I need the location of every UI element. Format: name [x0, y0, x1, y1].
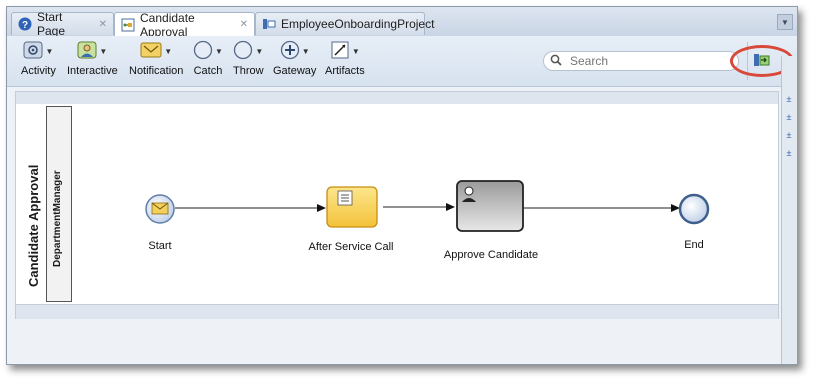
tab-label: Start Page	[37, 10, 66, 38]
close-icon[interactable]: ✕	[240, 19, 248, 30]
chevron-down-icon[interactable]: ▼	[164, 47, 172, 56]
gateway-button[interactable]: ▼ Gateway	[273, 40, 316, 77]
editor-tab-bar: ? Start Page ✕ Candidate Approval ✕ Empl…	[7, 7, 797, 39]
canvas-footer-strip	[16, 304, 778, 319]
start-event[interactable]	[145, 194, 175, 224]
tab-label: Candidate Approval	[140, 10, 195, 39]
tab-label: EmployeeOnboardingProject	[281, 17, 435, 31]
palette-search[interactable]	[543, 51, 739, 71]
activity-button[interactable]: ▼ Activity	[21, 40, 56, 77]
chevron-down-icon[interactable]: ▼	[352, 47, 360, 56]
chevron-down-icon[interactable]: ▼	[45, 47, 53, 56]
artifacts-icon	[330, 40, 350, 63]
notification-button[interactable]: ▼ Notification	[129, 40, 183, 77]
activity-icon	[23, 41, 43, 62]
throw-icon	[233, 40, 253, 63]
tab-start-page[interactable]: ? Start Page ✕	[11, 10, 114, 38]
sequence-flow[interactable]	[383, 203, 455, 211]
svg-text:?: ?	[22, 20, 28, 31]
catch-icon	[193, 40, 213, 63]
search-icon	[550, 54, 562, 69]
project-icon	[262, 17, 276, 31]
user-task-label: Approve Candidate	[443, 249, 539, 261]
sequence-flow[interactable]	[175, 204, 326, 212]
service-task[interactable]	[326, 186, 378, 228]
close-icon[interactable]: ✕	[99, 19, 107, 30]
end-event-label: End	[684, 239, 704, 251]
chevron-down-icon[interactable]: ▼	[302, 47, 310, 56]
chevron-down-icon[interactable]: ▼	[99, 47, 107, 56]
search-input[interactable]	[568, 53, 722, 69]
tab-list-dropdown-icon[interactable]: ▼	[777, 14, 793, 30]
interactive-button[interactable]: ▼ Interactive	[67, 40, 118, 77]
process-diagram	[145, 180, 710, 232]
end-event[interactable]	[678, 193, 710, 225]
window-frame: ? Start Page ✕ Candidate Approval ✕ Empl…	[6, 6, 798, 365]
notification-icon	[140, 41, 162, 62]
message-icon	[151, 202, 169, 215]
chevron-down-icon[interactable]: ▼	[215, 47, 223, 56]
sequence-flow[interactable]	[523, 204, 680, 212]
user-task[interactable]	[456, 180, 524, 232]
side-panel-strip: ± ± ± ±	[781, 56, 797, 364]
tab-candidate-approval[interactable]: Candidate Approval ✕	[114, 10, 255, 39]
process-canvas[interactable]: Candidate Approval DepartmentManager Sta…	[15, 91, 779, 319]
gateway-icon	[280, 40, 300, 63]
expand-icon[interactable]: ±	[784, 112, 794, 122]
expand-icon[interactable]: ±	[784, 148, 794, 158]
palette-toolbar: ▼ Activity ▼ Interactive ▼ Notification	[7, 36, 797, 87]
chevron-down-icon[interactable]: ▼	[255, 47, 263, 56]
catch-button[interactable]: ▼ Catch	[193, 40, 223, 77]
interactive-icon	[77, 41, 97, 62]
artifacts-button[interactable]: ▼ Artifacts	[325, 40, 365, 77]
expand-icon[interactable]: ±	[784, 130, 794, 140]
script-icon	[337, 190, 353, 206]
service-task-label: After Service Call	[308, 241, 394, 253]
start-event-label: Start	[148, 240, 172, 252]
help-icon: ?	[18, 17, 32, 31]
throw-button[interactable]: ▼ Throw	[233, 40, 264, 77]
tab-employee-onboarding-project[interactable]: EmployeeOnboardingProject	[255, 12, 434, 35]
process-icon	[121, 18, 135, 32]
expand-icon[interactable]: ±	[784, 94, 794, 104]
